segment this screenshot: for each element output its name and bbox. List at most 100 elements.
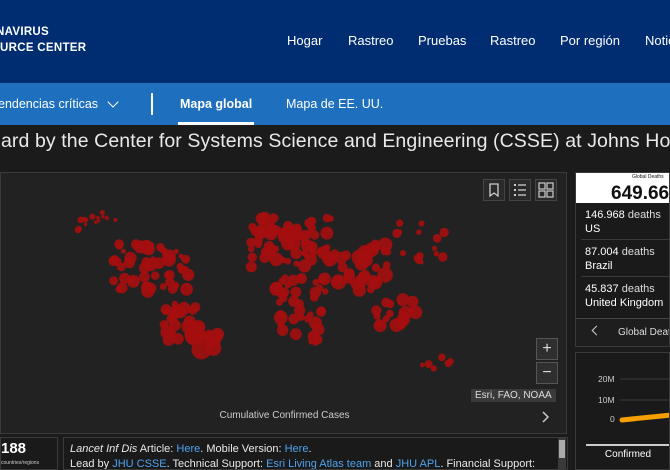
- case-bubble[interactable]: [316, 306, 327, 317]
- case-bubble[interactable]: [373, 312, 381, 320]
- case-bubble[interactable]: [373, 319, 387, 333]
- critical-trends-dropdown[interactable]: endencias críticas: [0, 97, 98, 111]
- case-bubble[interactable]: [416, 229, 422, 235]
- case-bubble[interactable]: [381, 297, 391, 308]
- article-link[interactable]: Here: [176, 443, 200, 455]
- case-bubble[interactable]: [357, 253, 364, 261]
- case-bubble[interactable]: [159, 320, 169, 329]
- info-scrollbar[interactable]: [558, 438, 566, 470]
- case-bubble[interactable]: [301, 239, 314, 253]
- case-bubble[interactable]: [290, 247, 302, 260]
- nav-item-tracking-2[interactable]: Rastreo: [490, 33, 536, 48]
- case-bubble[interactable]: [293, 260, 300, 267]
- case-bubble[interactable]: [247, 252, 257, 262]
- case-bubble[interactable]: [438, 252, 448, 262]
- case-bubble[interactable]: [112, 256, 122, 267]
- case-bubble[interactable]: [247, 245, 255, 253]
- case-bubble[interactable]: [177, 301, 191, 315]
- case-bubble[interactable]: [245, 261, 257, 273]
- case-bubble[interactable]: [305, 253, 317, 266]
- case-bubble[interactable]: [204, 333, 215, 345]
- case-bubble[interactable]: [269, 282, 284, 296]
- case-bubble[interactable]: [310, 293, 319, 302]
- jhu-apl-link[interactable]: JHU APL: [396, 458, 441, 470]
- bookmark-icon[interactable]: [483, 179, 505, 201]
- case-bubble[interactable]: [255, 212, 268, 225]
- case-bubble[interactable]: [83, 222, 88, 227]
- case-bubble[interactable]: [119, 272, 131, 284]
- case-bubble[interactable]: [162, 253, 176, 267]
- case-bubble[interactable]: [101, 214, 105, 219]
- case-bubble[interactable]: [178, 253, 184, 259]
- case-bubble[interactable]: [382, 261, 391, 269]
- case-bubble[interactable]: [277, 324, 289, 336]
- deaths-row-us[interactable]: 146.968 deaths US: [585, 208, 661, 236]
- case-bubble[interactable]: [268, 213, 279, 223]
- case-bubble[interactable]: [190, 302, 201, 313]
- case-bubble[interactable]: [439, 227, 449, 238]
- case-bubble[interactable]: [316, 284, 324, 292]
- case-bubble[interactable]: [320, 226, 334, 240]
- case-bubble[interactable]: [150, 271, 160, 280]
- case-bubble[interactable]: [180, 282, 194, 296]
- case-bubble[interactable]: [255, 239, 262, 246]
- case-bubble[interactable]: [141, 281, 153, 293]
- case-bubble[interactable]: [307, 224, 317, 233]
- case-bubble[interactable]: [191, 320, 206, 335]
- case-bubble[interactable]: [81, 216, 87, 222]
- case-bubble[interactable]: [396, 293, 410, 307]
- case-bubble[interactable]: [330, 249, 339, 258]
- case-bubble[interactable]: [165, 277, 175, 287]
- case-bubble[interactable]: [438, 353, 446, 362]
- case-bubble[interactable]: [162, 307, 170, 316]
- case-bubble[interactable]: [89, 213, 96, 220]
- case-bubble[interactable]: [430, 365, 437, 372]
- case-bubble[interactable]: [420, 362, 425, 368]
- case-bubble[interactable]: [109, 276, 119, 286]
- mobile-version-link[interactable]: Here: [285, 443, 309, 455]
- nav-item-tracking[interactable]: Rastreo: [348, 33, 394, 48]
- deaths-row-uk[interactable]: 45.837 deaths United Kingdom: [585, 282, 663, 310]
- case-bubble[interactable]: [407, 307, 415, 315]
- next-arrow-icon[interactable]: [541, 411, 550, 426]
- tab-us-map[interactable]: Mapa de EE. UU.: [286, 97, 383, 111]
- case-bubble[interactable]: [384, 248, 392, 256]
- case-bubble[interactable]: [289, 226, 303, 239]
- case-bubble[interactable]: [138, 262, 151, 274]
- case-bubble[interactable]: [275, 298, 283, 306]
- case-bubble[interactable]: [104, 215, 110, 221]
- site-logo-text[interactable]: NAVIRUS URCE CENTER: [0, 24, 86, 56]
- case-bubble[interactable]: [432, 233, 442, 243]
- case-bubble[interactable]: [124, 251, 137, 264]
- case-bubble[interactable]: [322, 213, 332, 223]
- jhu-csse-link[interactable]: JHU CSSE: [112, 458, 166, 470]
- nav-item-testing[interactable]: Pruebas: [418, 33, 466, 48]
- nav-item-news[interactable]: Notic: [645, 33, 670, 48]
- case-bubble[interactable]: [324, 258, 333, 267]
- case-bubble[interactable]: [318, 272, 331, 286]
- zoom-out-button[interactable]: −: [536, 362, 558, 384]
- list-icon[interactable]: [509, 179, 531, 201]
- case-bubble[interactable]: [290, 286, 302, 298]
- case-bubble[interactable]: [96, 215, 100, 220]
- case-bubble[interactable]: [341, 250, 351, 261]
- case-bubble[interactable]: [150, 256, 156, 262]
- case-bubble[interactable]: [355, 274, 364, 284]
- case-bubble[interactable]: [418, 220, 425, 227]
- case-bubble[interactable]: [116, 282, 128, 294]
- case-bubble[interactable]: [296, 274, 304, 282]
- case-bubble[interactable]: [308, 338, 315, 345]
- case-bubble[interactable]: [370, 243, 380, 253]
- case-bubble[interactable]: [173, 248, 179, 255]
- case-bubble[interactable]: [185, 272, 192, 280]
- case-bubble[interactable]: [96, 218, 101, 223]
- case-bubble[interactable]: [183, 266, 189, 272]
- zoom-in-button[interactable]: +: [536, 338, 558, 360]
- case-bubble[interactable]: [99, 210, 105, 215]
- case-bubble[interactable]: [248, 222, 257, 232]
- case-bubble[interactable]: [400, 250, 406, 257]
- scrollbar-thumb[interactable]: [559, 440, 565, 458]
- case-bubble[interactable]: [444, 359, 452, 368]
- case-bubble[interactable]: [139, 239, 154, 254]
- case-bubble[interactable]: [415, 256, 423, 265]
